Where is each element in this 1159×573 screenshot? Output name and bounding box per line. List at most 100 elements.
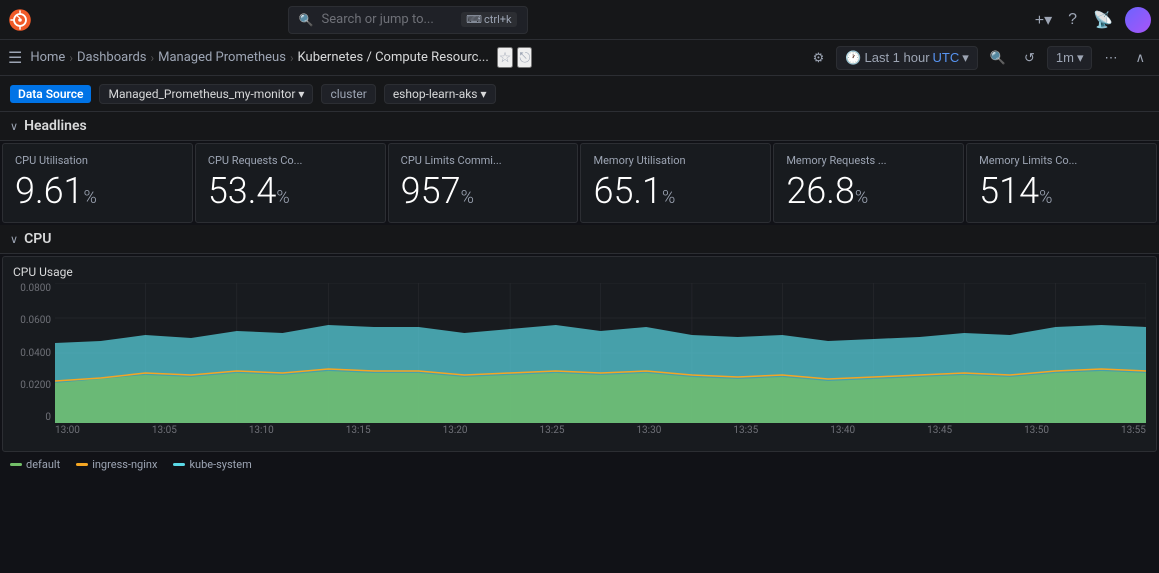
- cluster-label: cluster: [321, 84, 375, 104]
- dashboard-controls: ⚙ 🕐 Last 1 hour UTC ▾ 🔍 ↺ 1m ▾ ⋯ ∧: [807, 46, 1151, 70]
- headlines-section-title: Headlines: [24, 118, 87, 134]
- legend-label-1: ingress-nginx: [92, 458, 157, 471]
- breadcrumb-page: Kubernetes / Compute Resourc...: [298, 50, 489, 65]
- metric-title-1: CPU Requests Co...: [208, 154, 373, 167]
- legend-color-0: [10, 463, 22, 466]
- dashboard-settings-button[interactable]: ⚙: [807, 48, 831, 68]
- chart-area: 0.0800 0.0600 0.0400 0.0200 0: [13, 283, 1146, 443]
- keyboard-icon: ⌨: [466, 13, 482, 26]
- legend-color-2: [173, 463, 185, 466]
- metric-title-5: Memory Limits Co...: [979, 154, 1144, 167]
- chart-inner: [55, 283, 1146, 423]
- add-button[interactable]: +▾: [1031, 6, 1056, 34]
- cpu-usage-chart-container: CPU Usage 0.0800 0.0600 0.0400 0.0200 0: [2, 256, 1157, 452]
- zoom-out-button[interactable]: 🔍: [984, 48, 1012, 68]
- y-label-0: 0.0800: [20, 283, 51, 294]
- data-source-select[interactable]: Managed_Prometheus_my-monitor ▾: [99, 84, 313, 104]
- headlines-section-header[interactable]: ∨ Headlines: [0, 112, 1159, 141]
- notifications-button[interactable]: 📡: [1089, 6, 1117, 34]
- time-range-button[interactable]: 🕐 Last 1 hour UTC ▾: [836, 46, 977, 70]
- metric-card-0: CPU Utilisation 9.61%: [2, 143, 193, 223]
- legend-item-2: kube-system: [173, 458, 251, 471]
- star-button[interactable]: ☆: [497, 47, 514, 68]
- breadcrumb-sep-2: ›: [151, 51, 155, 65]
- legend-label-2: kube-system: [189, 458, 251, 471]
- x-label-1: 13:05: [152, 425, 177, 436]
- data-source-label: Data Source: [10, 85, 91, 103]
- nav-right-actions: +▾ ? 📡: [1031, 6, 1151, 34]
- collapse-button[interactable]: ∧: [1129, 48, 1151, 68]
- top-navigation: 🔍 Search or jump to... ⌨ ctrl+k +▾ ? 📡: [0, 0, 1159, 40]
- metric-value-1: 53.4%: [208, 173, 373, 209]
- legend-color-1: [76, 463, 88, 466]
- x-label-11: 13:55: [1121, 425, 1146, 436]
- x-label-6: 13:30: [636, 425, 661, 436]
- metric-card-2: CPU Limits Commi... 957%: [388, 143, 579, 223]
- cpu-collapse-icon: ∨: [10, 233, 18, 246]
- legend-label-0: default: [26, 458, 60, 471]
- breadcrumb-managed-prometheus[interactable]: Managed Prometheus: [158, 50, 286, 65]
- y-label-3: 0.0200: [20, 380, 51, 391]
- metric-card-4: Memory Requests ... 26.8%: [773, 143, 964, 223]
- x-label-2: 13:10: [249, 425, 274, 436]
- search-bar[interactable]: 🔍 Search or jump to... ⌨ ctrl+k: [288, 6, 528, 34]
- interval-chevron: ▾: [1077, 50, 1084, 66]
- metric-title-0: CPU Utilisation: [15, 154, 180, 167]
- timezone-label: UTC: [933, 50, 960, 65]
- interval-button[interactable]: 1m ▾: [1047, 46, 1093, 70]
- x-label-3: 13:15: [346, 425, 371, 436]
- breadcrumb-home[interactable]: Home: [30, 50, 65, 65]
- user-avatar[interactable]: [1125, 7, 1151, 33]
- chart-legend: default ingress-nginx kube-system: [0, 454, 1159, 475]
- chart-title: CPU Usage: [13, 265, 1146, 279]
- grafana-logo[interactable]: [8, 8, 32, 32]
- metric-title-4: Memory Requests ...: [786, 154, 951, 167]
- clock-icon: 🕐: [845, 50, 861, 66]
- legend-item-1: ingress-nginx: [76, 458, 157, 471]
- metric-title-3: Memory Utilisation: [593, 154, 758, 167]
- x-label-8: 13:40: [830, 425, 855, 436]
- headlines-collapse-icon: ∨: [10, 120, 18, 133]
- x-label-9: 13:45: [927, 425, 952, 436]
- refresh-button[interactable]: ↺: [1018, 48, 1041, 68]
- x-label-0: 13:00: [55, 425, 80, 436]
- data-source-value: Managed_Prometheus_my-monitor ▾: [108, 87, 304, 101]
- metric-title-2: CPU Limits Commi...: [401, 154, 566, 167]
- y-axis: 0.0800 0.0600 0.0400 0.0200 0: [13, 283, 55, 423]
- search-placeholder: Search or jump to...: [322, 12, 434, 27]
- breadcrumb-dashboards[interactable]: Dashboards: [77, 50, 147, 65]
- metric-value-3: 65.1%: [593, 173, 758, 209]
- metric-card-3: Memory Utilisation 65.1%: [580, 143, 771, 223]
- x-label-4: 13:20: [443, 425, 468, 436]
- cluster-value: eshop-learn-aks ▾: [393, 87, 487, 101]
- metric-value-5: 514%: [979, 173, 1144, 209]
- search-icon: 🔍: [299, 13, 314, 27]
- hamburger-menu[interactable]: ☰: [8, 48, 22, 67]
- metric-card-1: CPU Requests Co... 53.4%: [195, 143, 386, 223]
- y-label-4: 0: [45, 412, 51, 423]
- help-button[interactable]: ?: [1064, 7, 1081, 33]
- chart-svg: [55, 283, 1146, 423]
- breadcrumb-bar: ☰ Home › Dashboards › Managed Prometheus…: [0, 40, 1159, 76]
- cpu-section-title: CPU: [24, 231, 51, 247]
- x-axis: 13:0013:0513:1013:1513:2013:2513:3013:35…: [55, 425, 1146, 443]
- x-label-10: 13:50: [1024, 425, 1049, 436]
- breadcrumb-sep-1: ›: [69, 51, 73, 65]
- cluster-select[interactable]: eshop-learn-aks ▾: [384, 84, 496, 104]
- filter-bar: Data Source Managed_Prometheus_my-monito…: [0, 76, 1159, 112]
- metric-value-0: 9.61%: [15, 173, 180, 209]
- keyboard-shortcut: ⌨ ctrl+k: [461, 12, 516, 27]
- metric-card-5: Memory Limits Co... 514%: [966, 143, 1157, 223]
- metric-value-2: 957%: [401, 173, 566, 209]
- y-label-1: 0.0600: [20, 315, 51, 326]
- share-button[interactable]: ⎋: [517, 47, 532, 68]
- metrics-grid: CPU Utilisation 9.61% CPU Requests Co...…: [0, 141, 1159, 225]
- y-label-2: 0.0400: [20, 348, 51, 359]
- breadcrumb-sep-3: ›: [290, 51, 294, 65]
- more-options-button[interactable]: ⋯: [1098, 48, 1123, 68]
- interval-value: 1m: [1056, 50, 1074, 65]
- cpu-section-header[interactable]: ∨ CPU: [0, 225, 1159, 254]
- metric-value-4: 26.8%: [786, 173, 951, 209]
- x-label-7: 13:35: [733, 425, 758, 436]
- time-range-label: Last 1 hour: [865, 50, 930, 65]
